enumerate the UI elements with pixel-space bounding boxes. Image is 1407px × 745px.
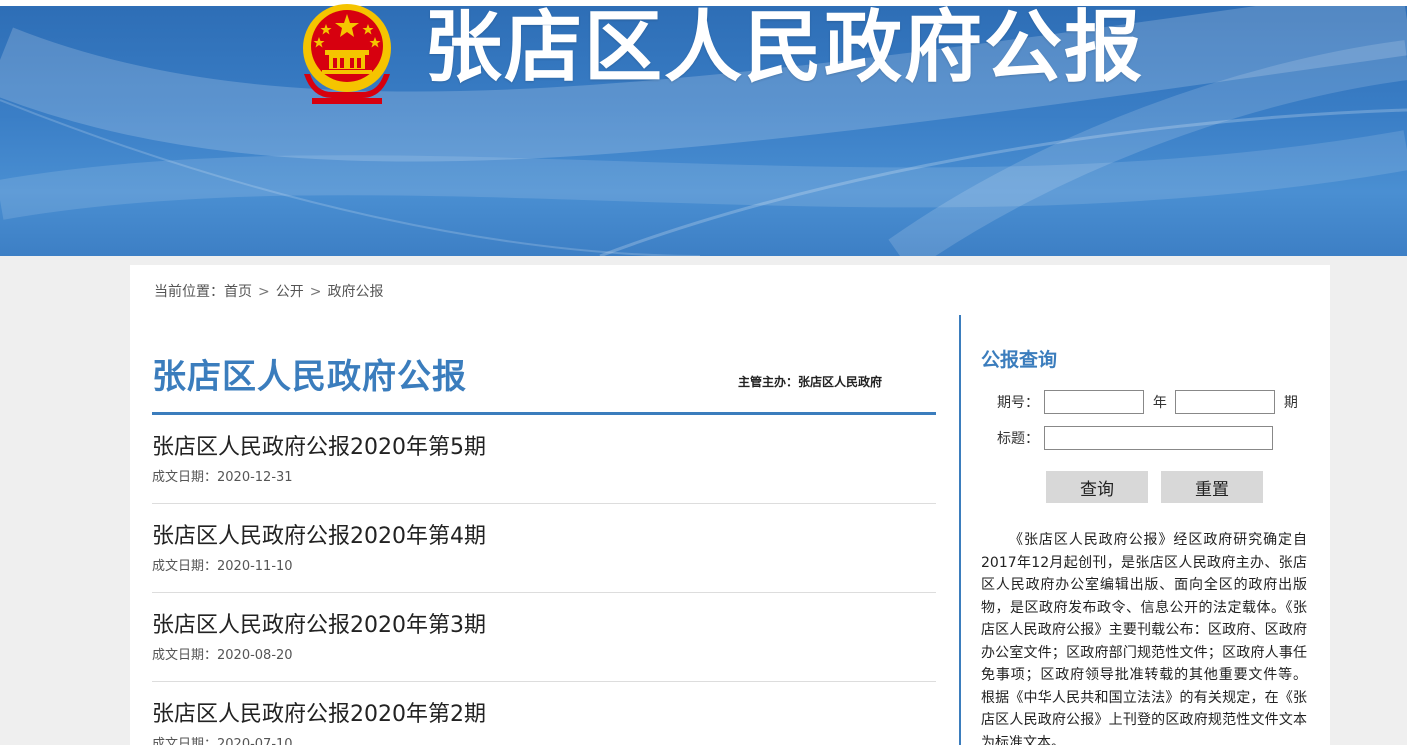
issue-title-link[interactable]: 张店区人民政府公报2020年第3期 [152, 611, 936, 641]
list-item: 张店区人民政府公报2020年第2期 成文日期：2020-07-10 [152, 682, 936, 745]
title-input[interactable] [1044, 426, 1274, 450]
breadcrumb-separator: > [258, 284, 270, 300]
breadcrumb-gazette-link[interactable]: 政府公报 [327, 284, 383, 300]
issue-date: 成文日期：2020-12-31 [152, 470, 293, 485]
header-banner: 张店区人民政府公报 [0, 0, 1407, 256]
title-row: 标题： [997, 426, 1274, 450]
issue-title-link[interactable]: 张店区人民政府公报2020年第2期 [152, 700, 936, 730]
main-card: 当前位置：首页 > 公开 > 政府公报 张店区人民政府公报 主管主办：张店区人民政府 张… [130, 265, 1330, 745]
issue-title-link[interactable]: 张店区人民政府公报2020年第5期 [152, 433, 936, 463]
search-heading: 公报查询 [981, 349, 1058, 371]
national-emblem-icon [303, 4, 391, 104]
page-title: 张店区人民政府公报 [152, 357, 467, 397]
issue-list: 张店区人民政府公报2020年第5期 成文日期：2020-12-31 张店区人民政… [152, 415, 936, 745]
period-input[interactable] [1175, 390, 1276, 414]
section-header: 张店区人民政府公报 主管主办：张店区人民政府 [152, 315, 936, 415]
issue-date: 成文日期：2020-08-20 [152, 648, 293, 663]
breadcrumb: 当前位置：首页 > 公开 > 政府公报 [154, 281, 383, 301]
banner-title: 张店区人民政府公报 [424, 3, 1145, 93]
issue-title-link[interactable]: 张店区人民政府公报2020年第4期 [152, 522, 936, 552]
issue-date: 成文日期：2020-11-10 [152, 559, 293, 574]
list-item: 张店区人民政府公报2020年第5期 成文日期：2020-12-31 [152, 415, 936, 504]
gazette-list-section: 张店区人民政府公报 主管主办：张店区人民政府 张店区人民政府公报2020年第5期… [152, 315, 936, 745]
year-input[interactable] [1044, 390, 1145, 414]
period-unit-label: 期 [1283, 395, 1298, 411]
list-item: 张店区人民政府公报2020年第3期 成文日期：2020-08-20 [152, 593, 936, 682]
list-item: 张店区人民政府公报2020年第4期 成文日期：2020-11-10 [152, 504, 936, 593]
issue-date: 成文日期：2020-07-10 [152, 737, 293, 745]
breadcrumb-separator: > [309, 284, 322, 300]
reset-button[interactable]: 重置 [1161, 471, 1263, 503]
breadcrumb-open-link[interactable]: 公开 [276, 284, 304, 300]
gazette-intro-text: 《张店区人民政府公报》经区政府研究确定自2017年12月起创刊，是张店区人民政府… [981, 532, 1307, 745]
query-button[interactable]: 查询 [1046, 471, 1148, 503]
breadcrumb-home-link[interactable]: 首页 [224, 284, 252, 300]
period-row: 期号： 年 期 [997, 390, 1302, 414]
column-divider [959, 315, 961, 745]
sponsor-text: 主管主办：张店区人民政府 [738, 375, 883, 389]
search-sidebar: 公报查询 期号： 年 期 标题： 查询 重置 《张店区人民政府公报》经区政府研究… [981, 345, 1311, 745]
period-label: 期号： [997, 395, 1039, 411]
title-label: 标题： [997, 431, 1039, 447]
year-unit-label: 年 [1152, 395, 1167, 411]
breadcrumb-prefix: 当前位置： [154, 284, 224, 300]
